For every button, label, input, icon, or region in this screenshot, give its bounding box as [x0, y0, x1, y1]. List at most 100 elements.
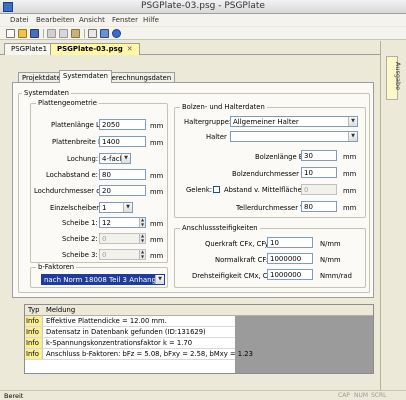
plattengeometrie-title: Plattengeometrie [36, 99, 99, 107]
gelenk-label: Gelenk: [186, 186, 213, 194]
bolzendurchmesser-unit: mm [343, 170, 357, 178]
scheibe2-unit: mm [150, 236, 164, 244]
new-file-icon[interactable] [6, 29, 15, 38]
lochdurchmesser-input[interactable]: 20 [99, 185, 146, 196]
spin-buttons: ▲ ▼ [139, 249, 145, 259]
scheibe3-unit: mm [150, 252, 164, 260]
gelenk-checkbox[interactable] [213, 186, 220, 193]
normalkraft-input[interactable]: 1000000 [267, 253, 313, 264]
plattenbreite-label: Plattenbreite B: [52, 138, 105, 146]
chevron-down-icon[interactable]: ▼ [348, 132, 357, 141]
ausgabe-label: Ausgabe [394, 61, 403, 91]
abstand-mittelflaeche-input: 0 [301, 184, 337, 195]
document-tabs: PSGPlate1 PSGPlate-03.psg ✕ [0, 41, 380, 55]
lochabstand-label: Lochabstand e: [46, 171, 98, 179]
chevron-down-icon[interactable]: ▼ [155, 275, 164, 284]
plattenbreite-unit: mm [150, 139, 164, 147]
message-row[interactable]: Info Datensatz in Datenbank gefunden (ID… [25, 327, 235, 338]
copy-icon[interactable] [59, 29, 68, 38]
lochabstand-input[interactable]: 80 [99, 169, 146, 180]
lochdurchmesser-unit: mm [150, 188, 164, 196]
status-text: Bereit [4, 392, 24, 400]
scroll-indicator: SCRL [371, 392, 387, 399]
doc-tab-psgplate-03[interactable]: PSGPlate-03.psg ✕ [50, 43, 140, 55]
save-icon[interactable] [30, 29, 39, 38]
message-list-empty-area [235, 316, 373, 373]
drehsteifigkeit-input[interactable]: 1000000 [267, 269, 313, 280]
menu-fenster[interactable]: Fenster [112, 16, 138, 24]
chevron-down-icon[interactable]: ▼ [348, 117, 357, 126]
menu-datei[interactable]: Datei [10, 16, 29, 24]
scheibe2-value: 0 [102, 235, 107, 243]
toolbar-separator [84, 29, 85, 38]
message-row[interactable]: Info Effektive Plattendicke = 12.00 mm. [25, 316, 235, 327]
scheibe1-value: 12 [102, 219, 111, 227]
plattenbreite-input[interactable]: 1400 [99, 136, 146, 147]
scheibe2-input: 0 ▲ ▼ [99, 233, 146, 244]
message-type: Info [25, 327, 43, 337]
message-row[interactable]: Info Anschluss b-Faktoren: bFz = 5.08, b… [25, 349, 253, 360]
doc-tab-label: PSGPlate-03.psg [57, 45, 123, 53]
message-text: Datensatz in Datenbank gefunden (ID:1316… [46, 328, 206, 336]
einzelscheiben-select[interactable]: 1 ▼ [99, 202, 133, 213]
column-meldung[interactable]: Meldung [46, 306, 75, 314]
spin-buttons: ▲ ▼ [139, 233, 145, 243]
message-list[interactable]: Typ Meldung Info Effektive Plattendicke … [24, 304, 374, 374]
caps-indicator: CAP [338, 392, 350, 399]
bolzendurchmesser-input[interactable]: 10 [301, 167, 337, 178]
status-bar: Bereit CAP NUM SCRL [0, 390, 406, 400]
toolbar [0, 27, 406, 40]
doc-tab-psgplate1[interactable]: PSGPlate1 [4, 43, 55, 55]
bolzen-halterdaten-title: Bolzen- und Halterdaten [180, 103, 267, 111]
scheibe1-label: Scheibe 1: [62, 219, 98, 227]
scheibe1-unit: mm [150, 220, 164, 228]
tellerdurchmesser-label: Tellerdurchmesser Td: [236, 204, 311, 212]
message-row[interactable]: Info k-Spannungskonzentrationsfaktor k =… [25, 338, 235, 349]
haltergruppe-select[interactable]: Allgemeiner Halter ▼ [230, 116, 358, 127]
tab-systemdaten[interactable]: Systemdaten [59, 70, 112, 83]
halter-label: Halter [206, 133, 227, 141]
normalkraft-label: Normalkraft CFz: [215, 256, 273, 264]
spin-buttons[interactable]: ▲ ▼ [139, 218, 145, 227]
menu-bearbeiten[interactable]: Bearbeiten [36, 16, 74, 24]
settings-icon[interactable] [100, 29, 109, 38]
paste-icon[interactable] [71, 29, 80, 38]
cut-icon[interactable] [47, 29, 56, 38]
scheibe1-input[interactable]: 12 ▲ ▼ [99, 217, 146, 228]
tellerdurchmesser-input[interactable]: 80 [301, 201, 337, 212]
chevron-down-icon[interactable]: ▼ [123, 203, 132, 212]
b-faktoren-value: nach Norm 18008 Teil 3 Anhang C [44, 276, 164, 284]
scheibe2-label: Scheibe 2: [62, 235, 98, 243]
chevron-down-icon[interactable]: ▼ [121, 154, 130, 163]
bolzenlaenge-unit: mm [343, 153, 357, 161]
message-text: Anschluss b-Faktoren: bFz = 5.08, bFxy =… [46, 350, 253, 358]
querkraft-input[interactable]: 10 [267, 237, 313, 248]
print-icon[interactable] [88, 29, 97, 38]
systemdaten-group-title: Systemdaten [22, 89, 71, 97]
b-faktoren-select[interactable]: nach Norm 18008 Teil 3 Anhang C ▼ [41, 274, 165, 285]
plattenlaenge-unit: mm [150, 122, 164, 130]
open-folder-icon[interactable] [18, 29, 27, 38]
menu-ansicht[interactable]: Ansicht [79, 16, 105, 24]
querkraft-unit: N/mm [320, 240, 341, 248]
menu-hilfe[interactable]: Hilfe [143, 16, 159, 24]
lochabstand-unit: mm [150, 172, 164, 180]
message-type: Info [25, 316, 43, 326]
plattenlaenge-input[interactable]: 2050 [99, 119, 146, 130]
menu-bar: Datei Bearbeiten Ansicht Fenster Hilfe [0, 14, 406, 26]
halter-select[interactable]: ▼ [230, 131, 358, 142]
bolzenlaenge-input[interactable]: 30 [301, 150, 337, 161]
lochdurchmesser-label: Lochdurchmesser d: [34, 187, 103, 195]
column-typ[interactable]: Typ [28, 306, 39, 314]
doc-tab-label: PSGPlate1 [11, 45, 48, 53]
abstand-mittelflaeche-label: Abstand v. Mittelfläche g: [224, 186, 311, 194]
drehsteifigkeit-unit: Nmm/rad [320, 272, 352, 280]
message-type: Info [25, 338, 43, 348]
close-icon[interactable]: ✕ [127, 45, 133, 53]
einzelscheiben-label: Einzelscheiben: [50, 204, 103, 212]
abstand-mittelflaeche-unit: mm [343, 187, 357, 195]
querkraft-label: Querkraft CFx, CFy: [205, 240, 271, 248]
help-icon[interactable] [112, 29, 121, 38]
scheibe3-input: 0 ▲ ▼ [99, 249, 146, 260]
lochung-select[interactable]: 4-fach ▼ [99, 153, 131, 164]
